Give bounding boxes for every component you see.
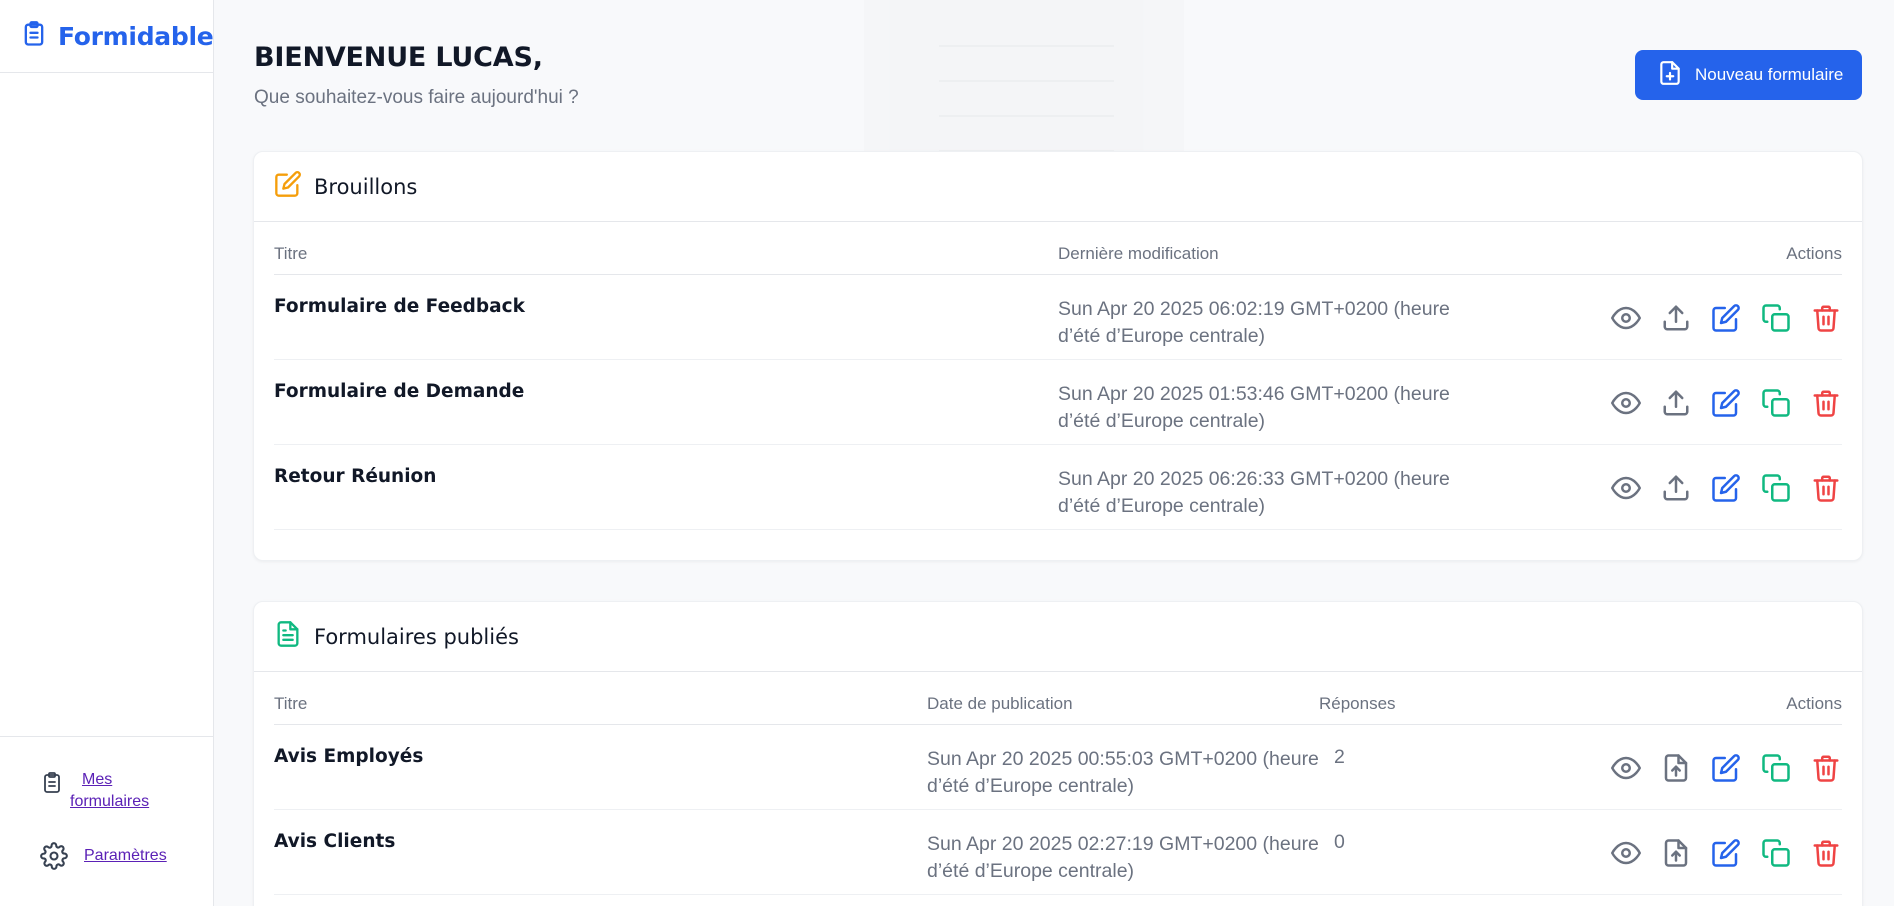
col-actions: Actions — [1786, 244, 1842, 263]
sidebar-link-mes-formulaires[interactable]: Mes formulaires — [70, 769, 160, 813]
copy-icon[interactable] — [1760, 472, 1792, 504]
row-date: Sun Apr 20 2025 06:26:33 GMT+0200 (heure… — [1058, 466, 1478, 520]
sidebar-item-mes-formulaires[interactable]: Mes formulaires — [40, 769, 160, 813]
eye-icon[interactable] — [1610, 752, 1642, 784]
eye-icon[interactable] — [1610, 837, 1642, 869]
file-upload-icon[interactable] — [1660, 752, 1692, 784]
row-date-line1: Sun Apr 20 2025 01:53:46 GMT+0200 (heure — [1058, 383, 1450, 405]
new-form-label: Nouveau formulaire — [1695, 65, 1844, 84]
upload-icon[interactable] — [1660, 472, 1692, 504]
row-title: Retour Réunion — [274, 466, 437, 487]
copy-icon[interactable] — [1760, 752, 1792, 784]
row-date: Sun Apr 20 2025 01:53:46 GMT+0200 (heure… — [1058, 381, 1478, 435]
col-actions: Actions — [1786, 694, 1842, 713]
sidebar: Formidable Mes formulaires Paramètres — [0, 0, 214, 906]
row-date-line2: d’été d’Europe centrale) — [927, 775, 1135, 797]
trash-icon[interactable] — [1810, 837, 1842, 869]
clipboard-icon — [40, 769, 64, 802]
clipboard-icon — [20, 19, 48, 54]
row-actions — [1610, 837, 1842, 869]
eye-icon[interactable] — [1610, 387, 1642, 419]
row-date-line1: Sun Apr 20 2025 06:26:33 GMT+0200 (heure — [1058, 468, 1450, 490]
published-card: Formulaires publiés Titre Date de public… — [253, 601, 1863, 906]
file-text-icon — [274, 619, 302, 654]
row-date: Sun Apr 20 2025 06:02:19 GMT+0200 (heure… — [1058, 296, 1478, 350]
file-plus-icon — [1657, 58, 1683, 93]
trash-icon[interactable] — [1810, 387, 1842, 419]
row-actions — [1610, 387, 1842, 419]
row-date-line2: d’été d’Europe centrale) — [927, 860, 1135, 882]
eye-icon[interactable] — [1610, 302, 1642, 334]
trash-icon[interactable] — [1810, 302, 1842, 334]
row-date: Sun Apr 20 2025 02:27:19 GMT+0200 (heure… — [927, 831, 1347, 885]
col-title: Titre — [274, 244, 308, 263]
app-name: Formidable — [58, 21, 214, 51]
upload-icon[interactable] — [1660, 302, 1692, 334]
row-date: Sun Apr 20 2025 00:55:03 GMT+0200 (heure… — [927, 746, 1347, 800]
row-responses: 2 — [1334, 746, 1345, 768]
table-row: Formulaire de Demande Sun Apr 20 2025 01:… — [274, 360, 1842, 445]
trash-icon[interactable] — [1810, 472, 1842, 504]
row-title: Formulaire de Feedback — [274, 296, 525, 317]
brand[interactable]: Formidable — [0, 0, 214, 73]
table-row: Avis Clients Sun Apr 20 2025 02:27:19 GMT… — [274, 810, 1842, 895]
row-actions — [1610, 752, 1842, 784]
edit-icon[interactable] — [1710, 837, 1742, 869]
row-date-line1: Sun Apr 20 2025 06:02:19 GMT+0200 (heure — [1058, 298, 1450, 320]
upload-icon[interactable] — [1660, 387, 1692, 419]
sidebar-footer: Mes formulaires Paramètres — [0, 736, 213, 906]
main-content: BIENVENUE LUCAS, Que souhaitez-vous fair… — [214, 0, 1894, 906]
col-title: Titre — [274, 694, 308, 713]
new-form-button[interactable]: Nouveau formulaire — [1635, 50, 1862, 100]
edit-icon[interactable] — [1710, 387, 1742, 419]
row-date-line1: Sun Apr 20 2025 00:55:03 GMT+0200 (heure — [927, 748, 1319, 770]
sidebar-label-line2: formulaires — [70, 793, 150, 810]
sidebar-label-line1: Mes — [82, 771, 113, 788]
edit-icon[interactable] — [1710, 752, 1742, 784]
published-title: Formulaires publiés — [314, 624, 519, 649]
copy-icon[interactable] — [1760, 387, 1792, 419]
row-date-line2: d’été d’Europe centrale) — [1058, 495, 1266, 517]
row-date-line2: d’été d’Europe centrale) — [1058, 410, 1266, 432]
sidebar-item-parametres[interactable]: Paramètres — [40, 842, 167, 875]
published-table-header: Titre Date de publication Réponses Actio… — [274, 672, 1842, 725]
file-upload-icon[interactable] — [1660, 837, 1692, 869]
sidebar-link-parametres[interactable]: Paramètres — [84, 845, 167, 867]
gear-icon — [40, 842, 68, 875]
copy-icon[interactable] — [1760, 837, 1792, 869]
row-date-line2: d’été d’Europe centrale) — [1058, 325, 1266, 347]
edit-icon[interactable] — [1710, 302, 1742, 334]
eye-icon[interactable] — [1610, 472, 1642, 504]
trash-icon[interactable] — [1810, 752, 1842, 784]
edit-square-icon — [274, 170, 302, 203]
published-header: Formulaires publiés — [254, 602, 1862, 672]
edit-icon[interactable] — [1710, 472, 1742, 504]
row-title: Formulaire de Demande — [274, 381, 525, 402]
drafts-table-header: Titre Dernière modification Actions — [274, 222, 1842, 275]
col-date: Dernière modification — [1058, 244, 1219, 263]
page-subtitle: Que souhaitez-vous faire aujourd'hui ? — [254, 87, 579, 108]
page-title: BIENVENUE LUCAS, — [254, 42, 543, 73]
row-actions — [1610, 472, 1842, 504]
row-responses: 0 — [1334, 831, 1345, 853]
row-title: Avis Employés — [274, 746, 424, 767]
row-date-line1: Sun Apr 20 2025 02:27:19 GMT+0200 (heure — [927, 833, 1319, 855]
drafts-header: Brouillons — [254, 152, 1862, 222]
col-date: Date de publication — [927, 694, 1073, 713]
row-actions — [1610, 302, 1842, 334]
copy-icon[interactable] — [1760, 302, 1792, 334]
table-row: Retour Réunion Sun Apr 20 2025 06:26:33 G… — [274, 445, 1842, 530]
col-responses: Réponses — [1319, 694, 1396, 713]
drafts-card: Brouillons Titre Dernière modification A… — [253, 151, 1863, 561]
drafts-title: Brouillons — [314, 174, 418, 199]
table-row: Formulaire de Feedback Sun Apr 20 2025 06… — [274, 275, 1842, 360]
table-row: Avis Employés Sun Apr 20 2025 00:55:03 GM… — [274, 725, 1842, 810]
row-title: Avis Clients — [274, 831, 396, 852]
